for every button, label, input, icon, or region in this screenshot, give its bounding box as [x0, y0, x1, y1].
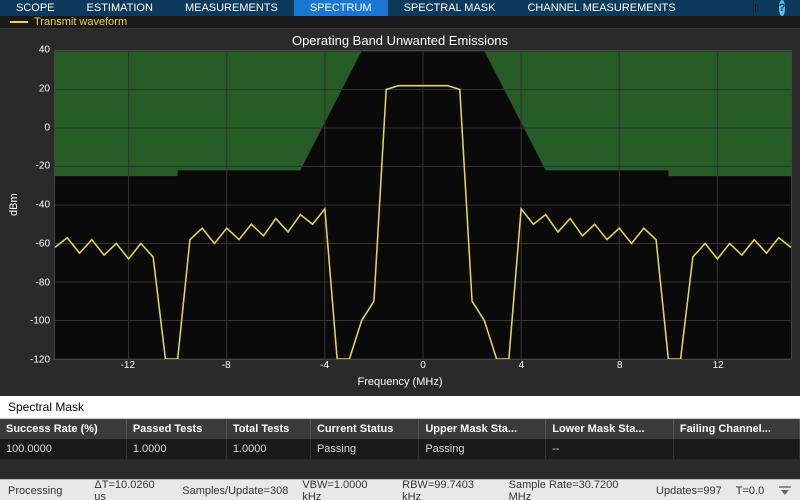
cell-success: 100.0000 [0, 439, 126, 459]
y-axis: -120-100-80-60-40-2002040 [24, 50, 54, 360]
main-tabs: SCOPE ESTIMATION MEASUREMENTS SPECTRUM S… [0, 0, 800, 16]
tab-measurements[interactable]: MEASUREMENTS [169, 0, 294, 16]
col-failing-channel[interactable]: Failing Channel... [673, 419, 799, 439]
status-processing: Processing [8, 485, 62, 497]
chart-title: Operating Band Unwanted Emissions [8, 33, 792, 48]
legend: Transmit waveform [0, 16, 800, 29]
help-icon: ? [779, 0, 786, 16]
chart-area: Operating Band Unwanted Emissions dBm -1… [0, 29, 800, 396]
status-samples: Samples/Update=308 [182, 485, 288, 497]
status-bar: Processing ΔT=10.0260 us Samples/Update=… [0, 479, 800, 500]
col-lower-mask[interactable]: Lower Mask Sta... [546, 419, 674, 439]
y-axis-label: dBm [8, 50, 24, 360]
help-button[interactable]: ? [764, 0, 800, 16]
status-updates: Updates=997 [656, 485, 722, 497]
col-current-status[interactable]: Current Status [310, 419, 418, 439]
x-axis: -12-8-404812 [54, 360, 792, 374]
spectral-mask-table: Success Rate (%) Passed Tests Total Test… [0, 419, 800, 459]
table-row[interactable]: 100.0000 1.0000 1.0000 Passing Passing -… [0, 439, 800, 459]
col-passed-tests[interactable]: Passed Tests [126, 419, 226, 439]
cell-upper: Passing [419, 439, 546, 459]
tab-spectrum[interactable]: SPECTRUM [294, 0, 388, 16]
tab-channel-measurements[interactable]: CHANNEL MEASUREMENTS [511, 0, 691, 16]
cell-total: 1.0000 [226, 439, 310, 459]
tab-spectral-mask[interactable]: SPECTRAL MASK [388, 0, 512, 16]
status-rate: Sample Rate=30.7200 MHz [509, 479, 642, 500]
status-expand-icon[interactable] [778, 486, 792, 496]
legend-line-icon [10, 21, 28, 23]
status-t: T=0.0 [736, 485, 764, 497]
legend-label: Transmit waveform [34, 16, 127, 28]
cell-status: Passing [310, 439, 418, 459]
cell-passed: 1.0000 [126, 439, 226, 459]
status-rbw: RBW=99.7403 kHz [402, 479, 494, 500]
tab-scope[interactable]: SCOPE [0, 0, 71, 16]
col-success-rate[interactable]: Success Rate (%) [0, 419, 126, 439]
tab-estimation[interactable]: ESTIMATION [71, 0, 169, 16]
spectral-mask-header: Spectral Mask [0, 396, 800, 419]
col-total-tests[interactable]: Total Tests [226, 419, 310, 439]
table-gap [0, 459, 800, 479]
col-upper-mask[interactable]: Upper Mask Sta... [419, 419, 546, 439]
spectral-mask-panel: Spectral Mask Success Rate (%) Passed Te… [0, 396, 800, 479]
cell-failing [673, 439, 799, 459]
x-axis-label: Frequency (MHz) [8, 376, 792, 388]
status-dt: ΔT=10.0260 us [94, 479, 168, 500]
status-vbw: VBW=1.0000 kHz [302, 479, 388, 500]
cell-lower: -- [546, 439, 674, 459]
plot-canvas[interactable] [54, 50, 792, 360]
